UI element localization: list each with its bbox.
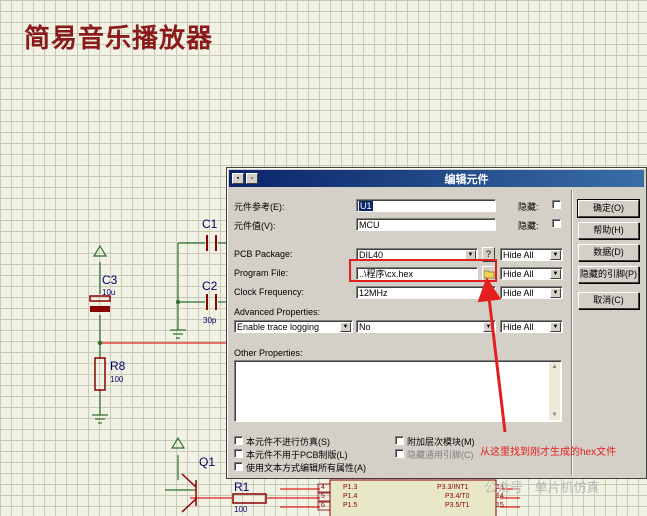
watermark: 公众号 · 单片机仿真 xyxy=(484,480,600,495)
annotation-arrow xyxy=(477,277,507,433)
annotation-text: 从这里找到刚才生成的hex文件 xyxy=(480,447,617,458)
